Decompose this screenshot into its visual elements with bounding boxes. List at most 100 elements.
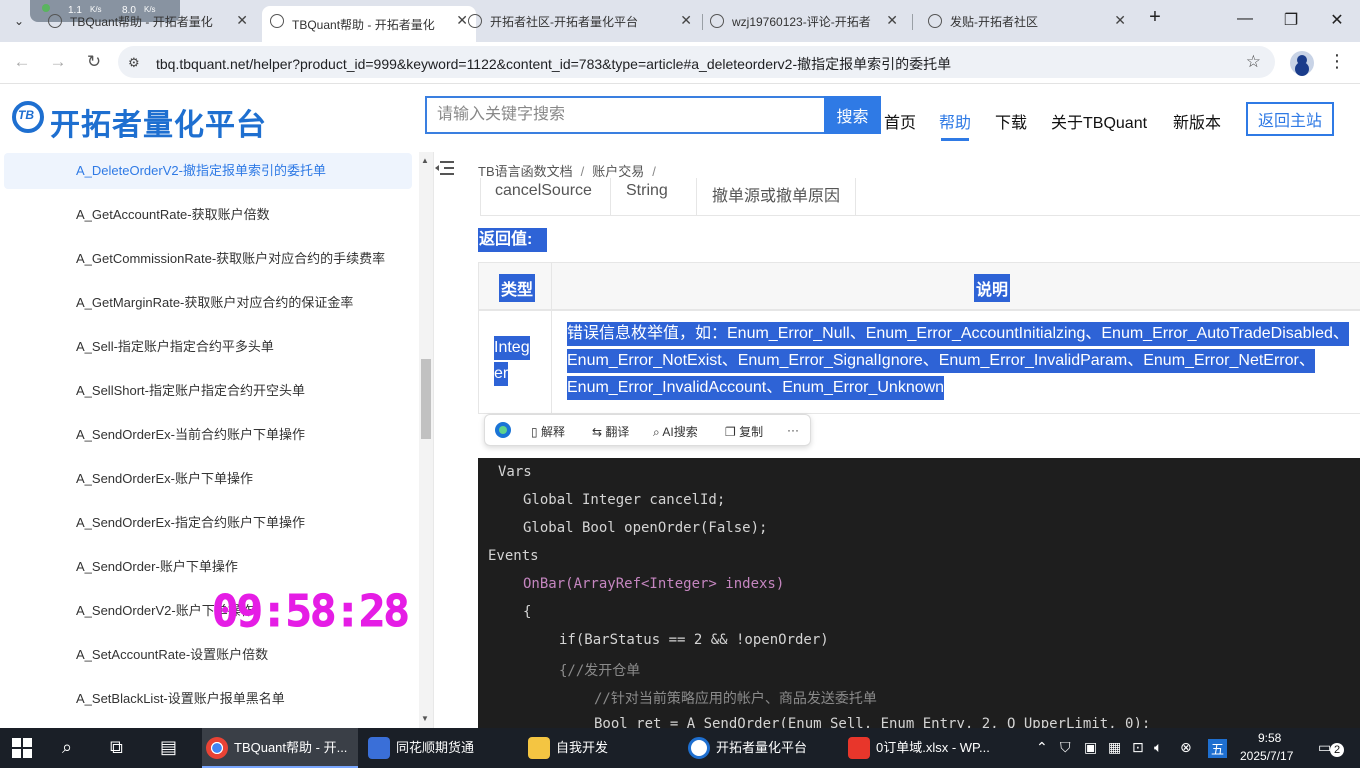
nav-new-version[interactable]: 新版本 — [1173, 109, 1221, 133]
sidebar-item[interactable]: A_SetBlackList-设置账户报单黑名单 — [4, 681, 412, 717]
tab-title: TBQuant帮助 - 开拓者量化 — [70, 14, 213, 29]
tab-title: wzj19760123-评论-开拓者 — [732, 14, 871, 29]
restore-icon[interactable]: ❐ — [1276, 10, 1306, 30]
tab-community[interactable]: 开拓者社区-开拓者量化平台 ✕ — [444, 6, 700, 36]
reload-icon[interactable]: ↻ — [82, 52, 106, 72]
code-line: {//发开仓单 — [559, 663, 641, 679]
back-to-main-site-button[interactable]: 返回主站 — [1246, 102, 1334, 136]
forward-arrow-icon[interactable]: → — [46, 52, 70, 72]
tray-chevron-up-icon[interactable]: ⌃ — [1036, 739, 1048, 756]
breadcrumb-item[interactable]: TB语言函数文档 — [478, 164, 573, 179]
bookmark-star-icon[interactable]: ☆ — [1246, 52, 1261, 72]
return-desc-cell: 错误信息枚举值，如：Enum_Error_Null、Enum_Error_Acc… — [551, 310, 1360, 414]
sidebar-item[interactable]: A_SendOrderEx-账户下单操作 — [4, 461, 412, 497]
tab-comment[interactable]: wzj19760123-评论-开拓者 ✕ — [686, 6, 906, 36]
explain-button[interactable]: ▯ 解释 — [531, 423, 565, 440]
browser-toolbar: ← → ↻ ⚙ tbq.tbquant.net/helper?product_i… — [0, 42, 1360, 84]
site-info-icon[interactable]: ⚙ — [128, 55, 140, 71]
return-desc-line: 错误信息枚举值，如：Enum_Error_Null、Enum_Error_Acc… — [567, 322, 1349, 346]
sidebar-item[interactable]: A_GetCommissionRate-获取账户对应合约的手续费率 — [4, 241, 412, 277]
tab-tbquant-help-1[interactable]: TBQuant帮助 - 开拓者量化 ✕ — [24, 6, 256, 36]
nav-help[interactable]: 帮助 — [939, 109, 971, 141]
param-type: String — [626, 182, 668, 199]
close-icon[interactable]: ✕ — [236, 12, 248, 29]
copy-button[interactable]: ❐ 复制 — [725, 423, 763, 440]
sidebar-item[interactable]: A_Sell-指定账户指定合约平多头单 — [4, 329, 412, 365]
notification-center-icon[interactable]: ▭ 2 — [1318, 737, 1344, 759]
tb-logo-icon[interactable] — [12, 101, 44, 133]
sidebar-item[interactable]: A_DeleteOrderV2-撤指定报单索引的委托单 — [4, 153, 412, 189]
sidebar-item[interactable]: A_SetAccountRate-设置账户倍数 — [4, 637, 412, 673]
community-icon — [928, 14, 942, 28]
return-value-heading: 返回值: — [478, 228, 547, 252]
desktop-clock-overlay: 09:58:28 — [212, 586, 411, 638]
new-tab-button[interactable]: + — [1140, 6, 1170, 29]
task-tonghuashun[interactable]: 同花顺期货通 — [364, 728, 520, 768]
sidebar-scroll-thumb[interactable] — [421, 359, 431, 439]
sidebar-item[interactable]: A_SendOrder-账户下单操作 — [4, 549, 412, 585]
collapse-sidebar-icon[interactable] — [434, 159, 456, 177]
close-icon[interactable]: ✕ — [1114, 12, 1126, 29]
ai-search-button[interactable]: ⌕ AI搜索 — [653, 423, 698, 440]
mute-x-icon[interactable]: ⊗ — [1180, 739, 1192, 756]
search-button[interactable]: 搜索 — [824, 96, 881, 134]
more-button[interactable]: ··· — [787, 423, 799, 437]
shield-icon[interactable]: ⛉ — [1060, 739, 1071, 756]
sidebar-item[interactable]: A_GetMarginRate-获取账户对应合约的保证金率 — [4, 285, 412, 321]
volume-icon[interactable]: 🔈︎ — [1154, 739, 1162, 756]
breadcrumb-item[interactable]: 账户交易 — [592, 164, 644, 179]
address-bar[interactable]: ⚙ tbq.tbquant.net/helper?product_id=999&… — [118, 46, 1275, 78]
browser-menu-icon[interactable]: ⋮ — [1328, 51, 1346, 72]
sidebar-scrollbar[interactable] — [419, 152, 433, 728]
ime-indicator[interactable]: 五 — [1208, 739, 1228, 758]
taskbar-time[interactable]: 9:58 — [1258, 731, 1281, 745]
chart-app-icon — [368, 737, 390, 759]
site-header: 开拓者量化平台 搜索 首页 帮助 下载 关于TBQuant 新版本 返回主站 — [0, 84, 1360, 152]
browser-tab-strip: ⌄ 1.1 K/s 8.0 K/s TBQuant帮助 - 开拓者量化 ✕ TB… — [0, 0, 1360, 42]
return-value-table: 类型 说明 Integ er 错误信息枚举值，如：Enum_Error_Null… — [478, 262, 1360, 414]
code-line: //针对当前策略应用的帐户、商品发送委托单 — [594, 691, 877, 707]
taskbar-date[interactable]: 2025/7/17 — [1240, 749, 1293, 763]
doc-sidebar: A_DeleteOrderV2-撤指定报单索引的委托单 A_GetAccount… — [0, 152, 434, 728]
header-type-label: 类型 — [499, 274, 536, 302]
nav-about[interactable]: 关于TBQuant — [1051, 109, 1147, 133]
scroll-up-icon[interactable]: ▲ — [421, 156, 429, 165]
windows-start-icon[interactable] — [12, 738, 32, 758]
sidebar-item[interactable]: A_SendOrderEx-指定合约账户下单操作 — [4, 505, 412, 541]
window-close-icon[interactable]: ✕ — [1322, 10, 1352, 30]
tray-app-icon[interactable]: ▣ — [1084, 739, 1097, 756]
code-line: Global Bool openOrder(False); — [523, 520, 768, 536]
close-icon[interactable]: ✕ — [886, 12, 898, 29]
tab-post[interactable]: 发贴-开拓者社区 ✕ — [904, 6, 1134, 36]
notepad-icon[interactable]: ▤ — [160, 737, 177, 758]
site-logo-text[interactable]: 开拓者量化平台 — [50, 100, 267, 144]
minimize-icon[interactable]: — — [1230, 10, 1260, 28]
task-folder[interactable]: 自我开发 — [524, 728, 680, 768]
task-wps[interactable]: 0订单域.xlsx - WP... — [844, 728, 1000, 768]
nav-home[interactable]: 首页 — [884, 109, 916, 133]
task-chrome-tbquant[interactable]: TBQuant帮助 - 开... — [202, 728, 358, 768]
clipboard-icon: ▯ — [531, 425, 541, 439]
param-desc: 撤单源或撤单原因 — [712, 188, 841, 205]
tab-title: 发贴-开拓者社区 — [950, 14, 1038, 29]
task-view-icon[interactable]: ⧉ — [110, 737, 123, 758]
sidebar-item[interactable]: A_GetAccountRate-获取账户倍数 — [4, 197, 412, 233]
tab-title: TBQuant帮助 - 开拓者量化 — [292, 17, 435, 32]
edge-copilot-icon[interactable] — [495, 422, 511, 438]
back-arrow-icon[interactable]: ← — [10, 52, 34, 72]
search-input[interactable] — [425, 96, 825, 134]
copy-icon: ❐ — [725, 425, 740, 439]
scroll-down-icon[interactable]: ▼ — [421, 714, 429, 723]
nav-download[interactable]: 下载 — [995, 109, 1027, 133]
translate-button[interactable]: ⇆ 翻译 — [592, 423, 629, 440]
globe-icon — [48, 14, 62, 28]
sidebar-item[interactable]: A_SellShort-指定账户指定合约开空头单 — [4, 373, 412, 409]
task-tbquant-app[interactable]: 开拓者量化平台 — [684, 728, 840, 768]
profile-avatar-icon[interactable] — [1290, 51, 1314, 75]
sidebar-item[interactable]: A_SendOrderEx-当前合约账户下单操作 — [4, 417, 412, 453]
tray-app-icon[interactable]: ▦ — [1108, 739, 1121, 756]
search-icon[interactable]: ⌕ — [62, 737, 72, 758]
network-icon[interactable]: ⊡ — [1132, 739, 1144, 756]
url-text[interactable]: tbq.tbquant.net/helper?product_id=999&ke… — [156, 54, 951, 74]
code-line: { — [523, 604, 532, 620]
